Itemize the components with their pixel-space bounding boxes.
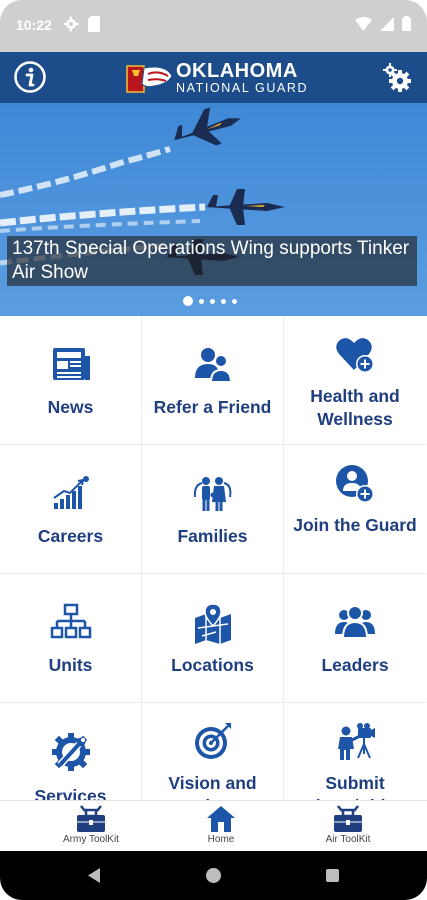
gear-icon [63, 16, 79, 32]
home-icon [207, 806, 235, 832]
target-icon [194, 723, 231, 759]
gears-icon[interactable] [381, 61, 415, 95]
tile-units[interactable]: Units [0, 574, 142, 703]
status-bar: 10:22 [0, 0, 427, 52]
tile-label: Careers [37, 526, 104, 546]
nav-army-toolkit[interactable]: Army ToolKit [36, 803, 146, 845]
people-icon [194, 348, 232, 383]
tile-careers[interactable]: Careers [0, 445, 142, 574]
system-nav-bar [0, 851, 427, 900]
nav-label: Home [207, 834, 235, 845]
tile-label: Locations [171, 655, 254, 675]
info-icon[interactable] [13, 60, 47, 94]
tile-families[interactable]: Families [142, 445, 284, 574]
tile-label: Vision and Values [168, 773, 257, 800]
carousel-indicator [183, 296, 237, 306]
tile-label: Health and Wellness [310, 386, 400, 429]
tile-label: Leaders [321, 655, 389, 675]
tile-locations[interactable]: Locations [142, 574, 284, 703]
map-pin-icon [194, 603, 231, 644]
tile-join-the-guard[interactable]: Join the Guard [284, 445, 426, 574]
home-button[interactable] [206, 868, 221, 883]
tile-submit-photo-video[interactable]: Submit Photo/Video [284, 703, 426, 800]
tile-services[interactable]: Services [0, 703, 142, 800]
tile-leaders[interactable]: Leaders [284, 574, 426, 703]
group-icon [335, 605, 375, 639]
heart-plus-icon [336, 338, 374, 373]
newspaper-icon [52, 348, 90, 380]
family-icon [193, 477, 231, 511]
tile-label: Refer a Friend [153, 397, 272, 417]
growth-chart-icon [52, 476, 89, 509]
phone-screen: 10:22 OKLAHOMA NATIONAL GUARD 137th Spec… [0, 0, 427, 900]
wrench-gear-icon [51, 733, 90, 771]
recents-button[interactable] [326, 869, 339, 882]
carousel-caption[interactable]: 137th Special Operations Wing supports T… [12, 237, 412, 285]
status-time: 10:22 [16, 17, 52, 33]
status-icons [355, 16, 411, 31]
camera-person-icon [338, 723, 375, 760]
nav-air-toolkit[interactable]: Air ToolKit [293, 803, 403, 845]
nav-home[interactable]: Home [166, 803, 276, 845]
guard-emblem-icon [126, 65, 173, 93]
logo-title: OKLAHOMA [176, 60, 298, 83]
tile-label: News [47, 397, 94, 417]
tile-vision-and-values[interactable]: Vision and Values [142, 703, 284, 800]
tile-news[interactable]: News [0, 316, 142, 445]
menu-grid: News Refer a Friend Health and Wellness [0, 316, 427, 800]
carousel-dot[interactable] [232, 298, 237, 304]
tile-label: Families [177, 526, 248, 546]
logo-subtitle: NATIONAL GUARD [176, 81, 309, 96]
tile-health-and-wellness[interactable]: Health and Wellness [284, 316, 426, 445]
tile-label: Services [34, 786, 107, 800]
carousel-dot-active[interactable] [183, 296, 193, 306]
news-carousel[interactable]: 137th Special Operations Wing supports T… [0, 103, 427, 316]
toolbox-icon [334, 805, 362, 832]
app-header: OKLAHOMA NATIONAL GUARD [0, 52, 427, 103]
tile-label: Join the Guard [293, 515, 417, 535]
tile-refer-a-friend[interactable]: Refer a Friend [142, 316, 284, 445]
sd-card-icon [88, 16, 100, 32]
nav-label: Army ToolKit [63, 834, 119, 845]
tile-label: Submit Photo/Video [304, 773, 406, 800]
carousel-dot[interactable] [210, 298, 215, 304]
back-icon[interactable] [86, 867, 102, 884]
bottom-nav: Army ToolKit Home Air ToolKit [0, 800, 427, 851]
toolbox-icon [77, 805, 105, 832]
nav-label: Air ToolKit [325, 834, 371, 845]
oklahoma-national-guard-logo: OKLAHOMA NATIONAL GUARD [124, 58, 308, 98]
org-chart-icon [50, 603, 91, 639]
tile-label: Units [48, 655, 93, 675]
battery-icon [402, 16, 411, 31]
carousel-dot[interactable] [199, 298, 204, 304]
carousel-dot[interactable] [221, 298, 226, 304]
wifi-icon [355, 16, 372, 31]
cellular-icon [380, 16, 394, 31]
add-user-icon [336, 465, 374, 503]
